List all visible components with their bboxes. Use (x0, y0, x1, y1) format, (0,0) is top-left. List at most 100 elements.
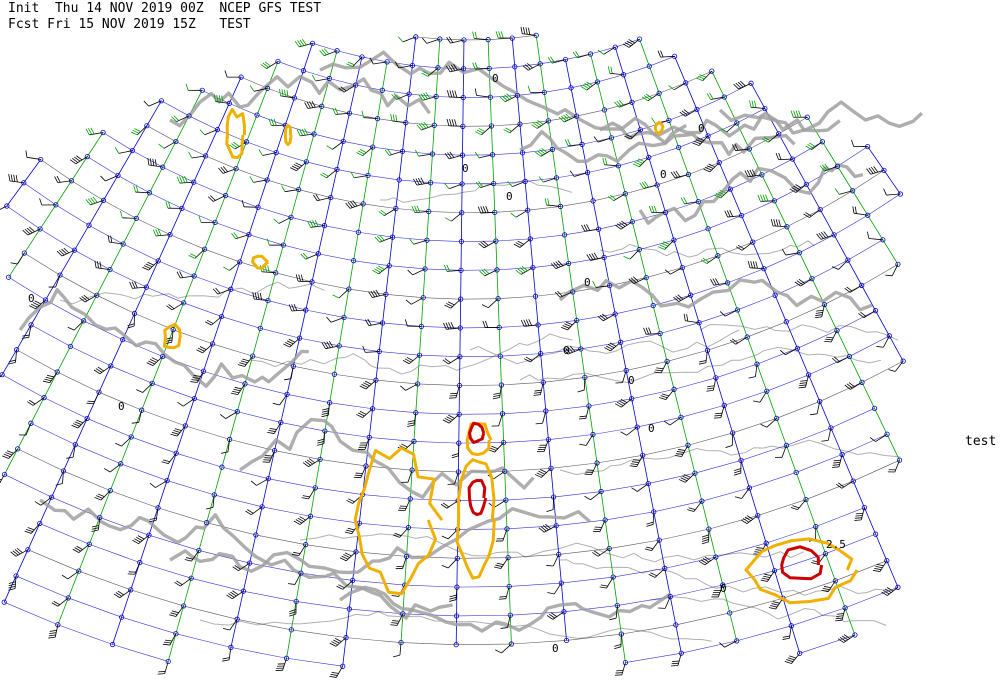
parallel-segment (375, 379, 418, 385)
wind-barb (479, 267, 500, 277)
wind-barb (481, 296, 501, 309)
wind-barb (446, 90, 466, 101)
parallel-segment (736, 625, 792, 642)
parallel-segment (110, 365, 153, 384)
parallel-segment (796, 454, 843, 473)
meridian-segment (432, 125, 435, 155)
meridian-segment (132, 125, 148, 151)
meridian-segment (822, 141, 838, 167)
parallel-segment (283, 244, 319, 255)
parallel-segment (660, 322, 700, 334)
parallel-segment (348, 288, 386, 295)
meridian-segment (504, 471, 507, 501)
wind-barb (615, 219, 635, 230)
meridian-segment (875, 534, 888, 561)
contour-label: 0 (462, 162, 469, 175)
wind-barb (69, 154, 90, 165)
parallel-segment (615, 38, 640, 48)
parallel-segment (305, 309, 345, 318)
parallel-segment (776, 401, 820, 419)
meridian-segment (392, 208, 397, 238)
parallel-segment (244, 383, 288, 395)
wind-barb (114, 147, 136, 154)
meridian-segment (565, 59, 572, 88)
parallel-segment (57, 371, 100, 393)
meridian-segment (408, 65, 413, 95)
parallel-segment (545, 405, 589, 412)
meridian-segment (71, 156, 88, 181)
meridian-segment (169, 208, 183, 235)
parallel-segment (343, 141, 373, 148)
parallel-segment (303, 70, 330, 79)
parallel-segment (230, 288, 269, 301)
wind-barb (696, 68, 715, 82)
parallel-segment (489, 66, 515, 69)
parallel-segment (837, 146, 868, 167)
parallel-segment (23, 182, 57, 206)
parallel-segment (458, 499, 506, 502)
parallel-segment (544, 87, 572, 93)
meridian-segment (824, 304, 838, 331)
meridian-segment (639, 38, 650, 67)
parallel-segment (853, 459, 900, 482)
yellow-contour (283, 124, 293, 146)
parallel-segment (847, 239, 883, 261)
wind-barb (487, 439, 507, 453)
parallel-segment (188, 115, 218, 130)
wind-barb (538, 523, 559, 533)
parallel-segment (256, 114, 286, 126)
meridian-segment (598, 229, 605, 258)
meridian-segment (492, 154, 495, 184)
parallel-segment (694, 460, 742, 474)
wind-barb (451, 440, 462, 459)
meridian-segment (711, 70, 725, 98)
meridian-segment (664, 568, 671, 597)
meridian-segment (730, 188, 742, 216)
meridian-segment (122, 218, 137, 245)
parallel-segment (439, 38, 464, 41)
meridian-segment (334, 345, 340, 375)
parallel-segment (330, 197, 364, 205)
meridian-segment (612, 577, 618, 606)
meridian-segment (786, 226, 800, 253)
wind-barb (2, 446, 21, 459)
parallel-segment (221, 466, 269, 479)
parallel-segment (592, 426, 638, 435)
parallel-segment (132, 150, 163, 168)
wind-barb (747, 260, 767, 272)
meridian-segment (805, 499, 817, 527)
parallel-segment (729, 597, 784, 614)
parallel-segment (318, 253, 354, 261)
wind-barb (657, 50, 678, 59)
parallel-segment (401, 642, 457, 646)
parallel-segment (512, 35, 537, 39)
meridian-segment (184, 398, 195, 427)
meridian-segment (795, 472, 807, 500)
parallel-segment (631, 92, 660, 103)
parallel-segment (299, 337, 340, 347)
meridian-segment (157, 234, 171, 262)
meridian-segment (529, 238, 534, 268)
meridian-segment (732, 432, 742, 461)
meridian-segment (723, 405, 734, 434)
parallel-segment (382, 89, 410, 95)
wind-barb (258, 149, 279, 156)
meridian-segment (608, 548, 614, 578)
meridian-segment (717, 255, 729, 284)
wind-barb (158, 138, 179, 149)
meridian-segment (740, 460, 750, 489)
parallel-segment (500, 353, 541, 357)
meridian-segment (348, 260, 354, 290)
parallel-segment (358, 231, 393, 238)
meridian-segment (488, 68, 491, 98)
parallel-segment (792, 141, 823, 160)
parallel-segment (230, 647, 287, 659)
zero-contour (169, 507, 591, 575)
parallel-segment (556, 519, 606, 527)
meridian-segment (487, 39, 490, 69)
meridian-segment (547, 120, 553, 150)
meridian-segment (23, 159, 42, 183)
parallel-segment (428, 211, 462, 214)
meridian-segment (757, 515, 767, 544)
zero-contours (18, 50, 923, 633)
